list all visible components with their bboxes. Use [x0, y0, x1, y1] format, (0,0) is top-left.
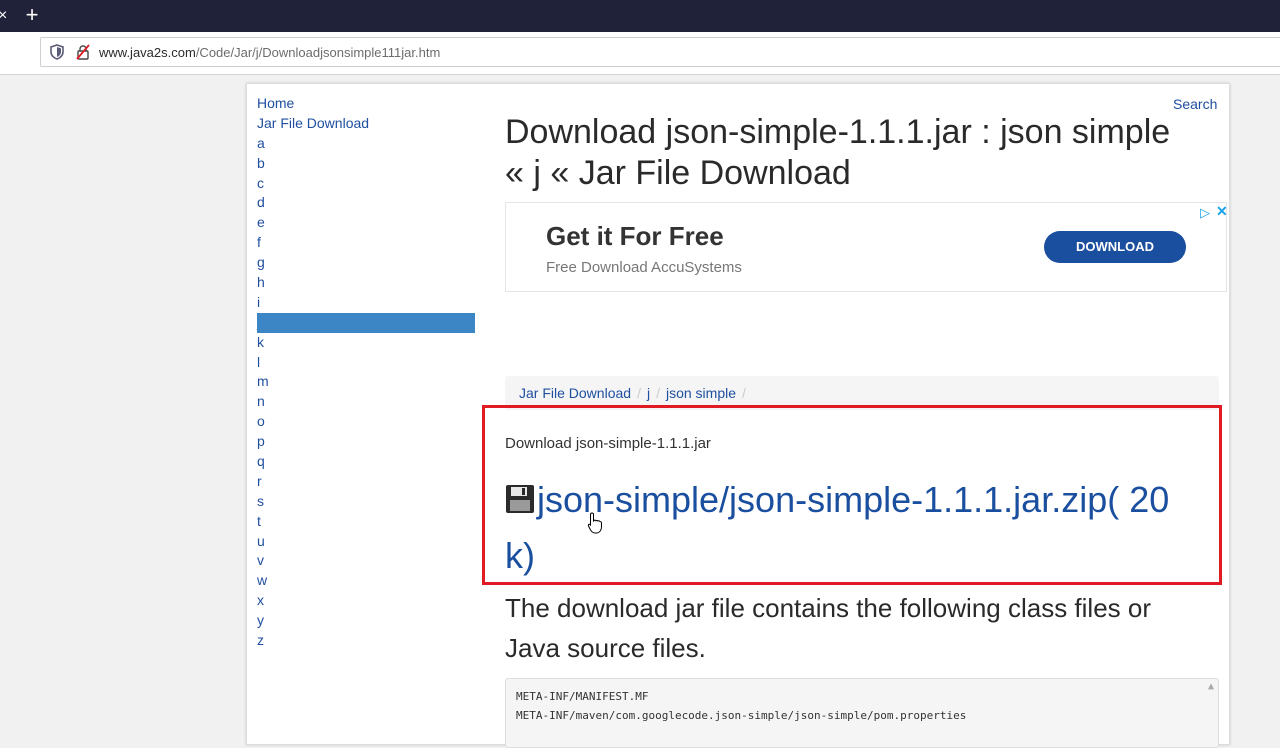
sidebar-letter-r[interactable]: r [257, 472, 475, 492]
ad-choices-icon[interactable]: ▷ [1200, 205, 1210, 221]
url-path: /Code/Jar/j/Downloadjsonsimple111jar.htm [195, 45, 441, 60]
sidebar-link-home[interactable]: Home [257, 94, 475, 114]
breadcrumb-j[interactable]: j [647, 385, 650, 401]
navigation-bar: www.java2s.com/Code/Jar/j/Downloadjsonsi… [0, 32, 1280, 75]
tab-close-icon[interactable]: × [0, 6, 7, 26]
sidebar-letter-l[interactable]: l [257, 353, 475, 373]
floppy-disk-icon [506, 485, 534, 513]
url-domain: www.java2s.com [99, 45, 196, 60]
url-text[interactable]: www.java2s.com/Code/Jar/j/Downloadjsonsi… [99, 45, 440, 60]
sidebar-letter-k[interactable]: k [257, 333, 475, 353]
description: The download jar file contains the follo… [505, 593, 1152, 663]
breadcrumb-separator: / [637, 385, 641, 401]
sidebar-letter-t[interactable]: t [257, 512, 475, 532]
sidebar-letter-j-active[interactable]: j [257, 312, 475, 333]
breadcrumb-json-simple[interactable]: json simple [666, 385, 736, 401]
sidebar-letter-g[interactable]: g [257, 253, 475, 273]
sidebar-letter-c[interactable]: c [257, 174, 475, 194]
address-bar[interactable]: www.java2s.com/Code/Jar/j/Downloadjsonsi… [40, 37, 1280, 67]
ad-close-icon[interactable]: ✕ [1216, 203, 1228, 220]
download-link[interactable]: json-simple/json-simple-1.1.1.jar.zip( 2… [505, 472, 1195, 584]
page-title: Download json-simple-1.1.1.jar : json si… [505, 113, 1171, 192]
insecure-lock-icon[interactable] [75, 44, 91, 60]
breadcrumb-separator: / [656, 385, 660, 401]
sidebar-letter-b[interactable]: b [257, 154, 475, 174]
sidebar-letter-q[interactable]: q [257, 452, 475, 472]
sidebar-letter-d[interactable]: d [257, 193, 475, 213]
sidebar-letter-y[interactable]: y [257, 611, 475, 631]
sidebar-letter-f[interactable]: f [257, 233, 475, 253]
sidebar-letter-h[interactable]: h [257, 273, 475, 293]
ad-headline: Get it For Free [546, 221, 724, 251]
sidebar-letter-s[interactable]: s [257, 492, 475, 512]
sidebar-letter-i[interactable]: i [257, 293, 475, 313]
hand-cursor-icon [587, 512, 602, 534]
sidebar-letter-w[interactable]: w [257, 571, 475, 591]
search-link[interactable]: Search [1173, 96, 1217, 112]
breadcrumb-jar-file-download[interactable]: Jar File Download [519, 385, 631, 401]
sidebar-letter-e[interactable]: e [257, 213, 475, 233]
sidebar-letter-m[interactable]: m [257, 372, 475, 392]
tracking-shield-icon[interactable] [49, 44, 65, 60]
download-label: Download json-simple-1.1.1.jar [505, 435, 711, 452]
tab-bar: × + [0, 0, 1280, 32]
sidebar-link-jar-file-download[interactable]: Jar File Download [257, 114, 475, 134]
ad-banner[interactable]: Get it For Free Free Download AccuSystem… [505, 202, 1228, 292]
sidebar-letter-z[interactable]: z [257, 631, 475, 651]
file-list[interactable]: ▲ META-INF/MANIFEST.MF META-INF/maven/co… [505, 678, 1219, 748]
download-link-text: json-simple/json-simple-1.1.1.jar.zip( 2… [505, 479, 1170, 576]
page-content: Home Jar File Download a b c d e f g h i… [246, 83, 1230, 748]
ad-subline: Free Download AccuSystems [546, 259, 742, 276]
new-tab-button[interactable]: + [20, 3, 44, 27]
sidebar-letter-x[interactable]: x [257, 591, 475, 611]
sidebar: Home Jar File Download a b c d e f g h i… [257, 94, 475, 651]
ad-download-button[interactable]: DOWNLOAD [1044, 231, 1186, 263]
sidebar-letter-u[interactable]: u [257, 532, 475, 552]
breadcrumb-separator: / [742, 385, 746, 401]
sidebar-letter-a[interactable]: a [257, 134, 475, 154]
sidebar-letter-p[interactable]: p [257, 432, 475, 452]
sidebar-letter-n[interactable]: n [257, 392, 475, 412]
scroll-up-icon[interactable]: ▲ [1208, 681, 1214, 692]
sidebar-letter-v[interactable]: v [257, 551, 475, 571]
sidebar-letter-o[interactable]: o [257, 412, 475, 432]
file-entry: META-INF/MANIFEST.MF [516, 690, 649, 703]
file-entry: META-INF/maven/com.googlecode.json-simpl… [516, 709, 967, 722]
